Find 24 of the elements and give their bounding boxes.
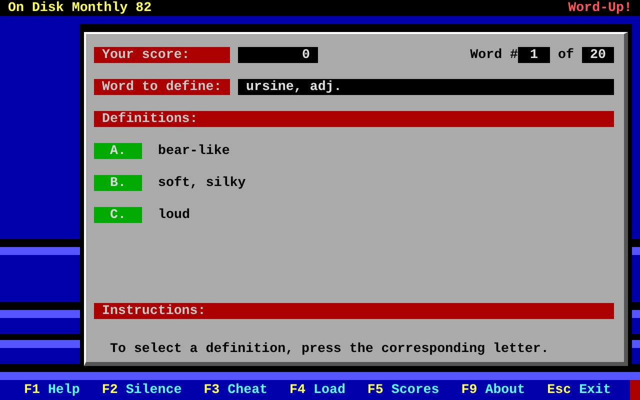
function-key[interactable]: F9 About — [461, 382, 526, 398]
definition-text: bear-like — [158, 143, 230, 159]
instructions-text: To select a definition, press the corresponding letter. — [110, 341, 550, 357]
definition-text: loud — [158, 207, 190, 223]
function-key[interactable]: F1 Help — [24, 382, 80, 398]
score-label: Your score: — [94, 47, 230, 63]
total-words: 20 — [582, 47, 614, 63]
definition-text: soft, silky — [158, 175, 246, 191]
app-title: On Disk Monthly 82 — [8, 0, 152, 16]
function-key[interactable]: Esc Exit — [547, 382, 611, 398]
status-block — [630, 380, 640, 400]
function-key[interactable]: F5 Scores — [367, 382, 440, 398]
function-key[interactable]: F4 Load — [290, 382, 346, 398]
function-key[interactable]: F3 Cheat — [204, 382, 268, 398]
word-value: ursine, adj. — [238, 79, 614, 95]
word-label: Word to define: — [94, 79, 230, 95]
current-word-number: 1 — [518, 47, 550, 63]
word-counter-label: Word # — [470, 47, 518, 63]
counter-separator: of — [558, 47, 574, 63]
instructions-header: Instructions: — [94, 303, 614, 319]
function-key[interactable]: F2 Silence — [102, 382, 182, 398]
definitions-header: Definitions: — [94, 111, 614, 127]
score-value: 0 — [238, 47, 318, 63]
program-name: Word-Up! — [568, 0, 632, 16]
